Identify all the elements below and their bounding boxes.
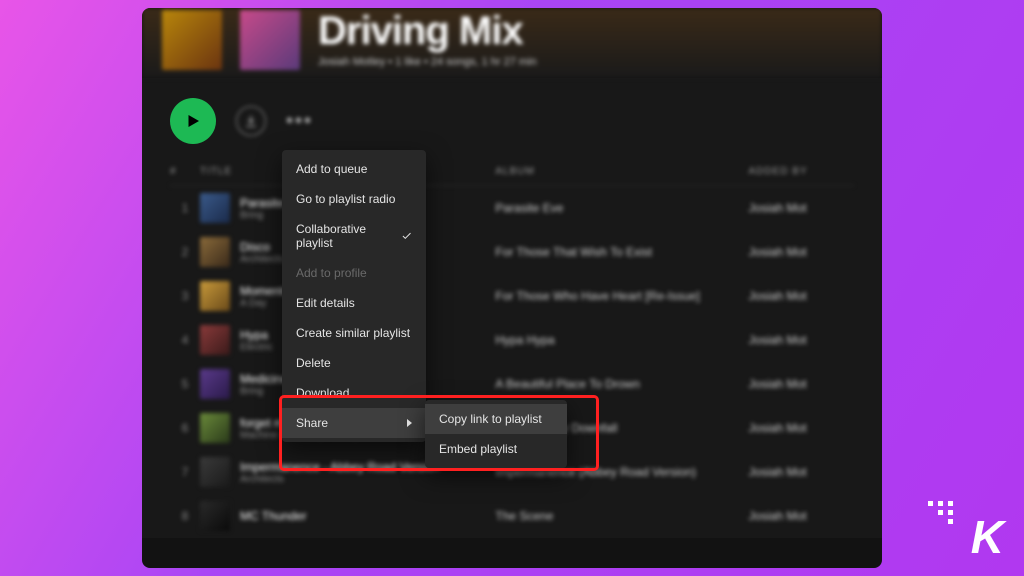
download-button[interactable] [236,106,266,136]
spotify-window: Driving Mix Josiah Motley • 1 like • 24 … [142,8,882,568]
track-album: The Scene [495,509,748,523]
ctx-download[interactable]: Download [282,378,426,408]
track-thumb [200,325,230,355]
ctx-label: Edit details [296,296,355,310]
track-thumb [200,237,230,267]
track-artist: Architects [240,254,284,265]
share-submenu: Copy link to playlist Embed playlist [425,400,567,468]
track-thumb [200,281,230,311]
playlist-subtitle: Josiah Motley • 1 like • 24 songs, 1 hr … [318,56,862,68]
ctx-edit-details[interactable]: Edit details [282,288,426,318]
track-row[interactable]: 2 DiscoArchitects For Those That Wish To… [170,230,854,274]
track-row[interactable]: 3 MomentoA Day For Those Who Have Heart … [170,274,854,318]
track-added: Josiah Mot [749,377,854,391]
ctx-label: Create similar playlist [296,326,410,340]
watermark-dots-icon [928,501,954,524]
more-button[interactable]: ••• [286,110,313,133]
track-added: Josiah Mot [749,201,854,215]
track-thumb [200,369,230,399]
track-row[interactable]: 8 MC Thunder The Scene Josiah Mot [170,494,854,538]
track-index: 7 [170,465,200,479]
table-header: # TITLE ALBUM ADDED BY [170,158,854,186]
ctx-add-to-profile: Add to profile [282,258,426,288]
ctx-delete[interactable]: Delete [282,348,426,378]
track-index: 6 [170,421,200,435]
track-thumb [200,501,230,531]
chevron-right-icon [407,419,412,427]
ctx-label: Collaborative playlist [296,222,401,250]
track-added: Josiah Mot [749,289,854,303]
check-icon [401,230,412,242]
track-index: 4 [170,333,200,347]
ctx-collaborative[interactable]: Collaborative playlist [282,214,426,258]
ctx-label: Add to queue [296,162,367,176]
col-header-added: ADDED BY [749,166,854,177]
track-artist: Bring [240,210,284,221]
ctx-label: Go to playlist radio [296,192,395,206]
cover-art-tile-1 [162,10,222,70]
track-album: Parasite Eve [495,201,748,215]
track-index: 8 [170,509,200,523]
track-name: Disco [240,240,284,254]
submenu-label: Copy link to playlist [439,412,542,426]
track-name: MC Thunder [240,509,306,523]
track-added: Josiah Mot [749,421,854,435]
track-index: 3 [170,289,200,303]
submenu-copy-link[interactable]: Copy link to playlist [425,404,567,434]
track-name: Impermanence - Abbey Road Version [240,460,439,474]
download-icon [244,114,258,128]
play-button[interactable] [170,98,216,144]
track-name: Parasite [240,196,284,210]
submenu-embed[interactable]: Embed playlist [425,434,567,464]
track-artist: Bring [240,386,288,397]
track-album: For Those Who Have Heart [Re-Issue] [495,289,748,303]
ctx-share[interactable]: Share [282,408,426,438]
ctx-label: Add to profile [296,266,367,280]
col-header-num: # [170,166,200,177]
track-row[interactable]: 1 ParasiteBring Parasite Eve Josiah Mot [170,186,854,230]
ctx-add-to-queue[interactable]: Add to queue [282,154,426,184]
track-thumb [200,193,230,223]
track-row[interactable]: 4 HypaElectric Hypa Hypa Josiah Mot [170,318,854,362]
playlist-title: Driving Mix [318,9,862,54]
track-index: 2 [170,245,200,259]
track-album: A Beautiful Place To Drown [495,377,748,391]
track-artist: Electric [240,342,273,353]
track-album: Hypa Hypa [495,333,748,347]
submenu-label: Embed playlist [439,442,517,456]
ctx-label: Download [296,386,349,400]
cover-art-tile-2 [240,10,300,70]
ctx-create-similar[interactable]: Create similar playlist [282,318,426,348]
watermark-k-logo: K [971,510,1004,564]
track-thumb [200,413,230,443]
playlist-header: Driving Mix Josiah Motley • 1 like • 24 … [142,8,882,78]
track-added: Josiah Mot [749,509,854,523]
action-bar: ••• [142,78,882,158]
context-menu: Add to queue Go to playlist radio Collab… [282,150,426,442]
track-name: Hypa [240,328,273,342]
track-table: # TITLE ALBUM ADDED BY 1 ParasiteBring P… [142,158,882,538]
ctx-label: Share [296,416,328,430]
track-thumb [200,457,230,487]
track-index: 5 [170,377,200,391]
track-artist: Architects [240,474,439,485]
ctx-label: Delete [296,356,331,370]
track-added: Josiah Mot [749,465,854,479]
track-album: For Those That Wish To Exist [495,245,748,259]
track-added: Josiah Mot [749,245,854,259]
play-icon [184,112,202,130]
track-added: Josiah Mot [749,333,854,347]
ctx-playlist-radio[interactable]: Go to playlist radio [282,184,426,214]
track-name: Medicine [240,372,288,386]
col-header-album: ALBUM [495,166,748,177]
track-index: 1 [170,201,200,215]
